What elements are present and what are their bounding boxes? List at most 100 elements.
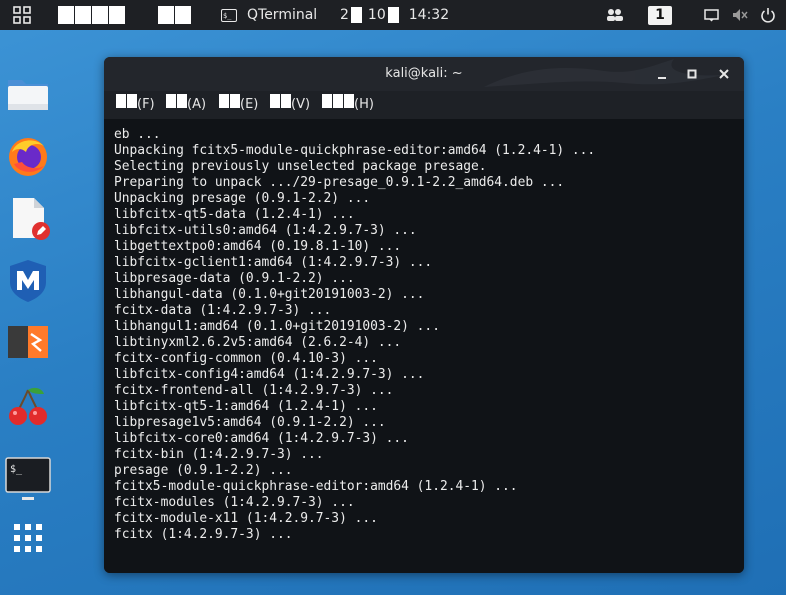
menu-glyph-box [166, 94, 176, 108]
menu-glyph-box [177, 94, 187, 108]
close-icon [719, 69, 729, 79]
workspace-box[interactable] [58, 6, 74, 24]
workspace-box[interactable] [109, 6, 125, 24]
taskbar-entry-qterminal[interactable]: $_ QTerminal [221, 0, 317, 30]
menu-view[interactable]: (V) [270, 91, 310, 119]
quick-launch-box[interactable] [158, 6, 174, 24]
terminal-line: fcitx5-module-quickphrase-editor:amd64 (… [114, 479, 518, 494]
terminal-line: libhangul1:amd64 (0.1.0+git20191003-2) .… [114, 319, 440, 334]
dock-cherrytree[interactable] [4, 382, 52, 430]
terminal-line: fcitx-bin (1:4.2.9.7-3) ... [114, 447, 324, 462]
dock-file-manager[interactable] [4, 68, 52, 116]
clock-glyph-box [387, 7, 399, 23]
clock[interactable]: 2 10 14:32 [340, 0, 449, 30]
dock-metasploit[interactable] [4, 256, 52, 304]
workspace-number: 1 [648, 5, 672, 25]
terminal-line: libgettextpo0:amd64 (0.19.8.1-10) ... [114, 239, 402, 254]
terminal-line: presage (0.9.1-2.2) ... [114, 463, 293, 478]
people-icon [607, 9, 623, 21]
menu-actions[interactable]: (A) [166, 91, 206, 119]
terminal-output: eb ... Unpacking fcitx5-module-quickphra… [114, 127, 595, 543]
quick-launch-box[interactable] [175, 6, 191, 24]
menu-glyph-box [219, 94, 229, 108]
terminal-line: libfcitx-qt5-1:amd64 (1.2.4-1) ... [114, 399, 378, 414]
menu-glyph-box [127, 94, 137, 108]
menu-edit-label: (E) [240, 97, 259, 112]
menu-edit[interactable]: (E) [219, 91, 258, 119]
terminal-area[interactable]: eb ... Unpacking fcitx5-module-quickphra… [104, 119, 744, 573]
menu-glyph-box [333, 94, 343, 108]
terminal-line: libtinyxml2.6.2v5:amd64 (2.6.2-4) ... [114, 335, 402, 350]
quick-launch[interactable] [158, 0, 192, 30]
minimize-button[interactable] [652, 64, 672, 84]
close-button[interactable] [714, 64, 734, 84]
terminal-line: libfcitx-utils0:amd64 (1:4.2.9.7-3) ... [114, 223, 417, 238]
workspace-box[interactable] [75, 6, 91, 24]
menu-glyph-box [344, 94, 354, 108]
menu-glyph-box [116, 94, 126, 108]
terminal-icon: $_ [5, 457, 51, 500]
terminal-line: libpresage-data (0.9.1-2.2) ... [114, 271, 355, 286]
burpsuite-icon [8, 326, 48, 358]
notifications-button[interactable] [704, 0, 719, 30]
terminal-line: fcitx-frontend-all (1:4.2.9.7-3) ... [114, 383, 394, 398]
dock-text-editor[interactable] [4, 194, 52, 242]
file-manager-icon [8, 80, 48, 110]
tray-people-button[interactable] [606, 0, 624, 30]
dock-show-apps[interactable] [4, 516, 52, 564]
terminal-line: fcitx-config-common (0.4.10-3) ... [114, 351, 378, 366]
menu-file-label: (F) [137, 97, 155, 112]
taskbar-app-name: QTerminal [247, 7, 318, 23]
terminal-line: fcitx-module-x11 (1:4.2.9.7-3) ... [114, 511, 378, 526]
clock-glyph-box [350, 7, 362, 23]
app-grid-icon [14, 524, 42, 552]
menu-actions-label: (A) [187, 97, 207, 112]
dock: $_ [0, 60, 56, 595]
menu-bar: (F) (A) (E) (V) (H) [104, 91, 744, 119]
terminal-line: libhangul-data (0.1.0+git20191003-2) ... [114, 287, 425, 302]
workspace-indicator[interactable]: 1 [648, 0, 672, 30]
title-bar[interactable]: kali@kali: ~ [104, 57, 744, 91]
menu-glyph-box [281, 94, 291, 108]
clock-date: 10 [367, 7, 386, 23]
workspace-switcher[interactable] [58, 0, 126, 30]
window-title: kali@kali: ~ [385, 66, 463, 81]
menu-glyph-box [270, 94, 280, 108]
maximize-icon [687, 69, 697, 79]
dock-firefox[interactable] [4, 132, 52, 180]
cherrytree-icon [9, 387, 47, 425]
maximize-button[interactable] [682, 64, 702, 84]
power-button[interactable] [760, 0, 776, 30]
menu-view-label: (V) [291, 97, 311, 112]
terminal-line: Selecting previously unselected package … [114, 159, 487, 174]
terminal-icon: $_ [221, 8, 237, 22]
minimize-icon [658, 77, 666, 79]
terminal-line: libpresage1v5:amd64 (0.9.1-2.2) ... [114, 415, 386, 430]
dock-terminal[interactable]: $_ [4, 454, 52, 502]
clock-time: 14:32 [408, 7, 450, 23]
app-grid-icon [13, 6, 31, 24]
clock-day: 2 [340, 7, 349, 23]
terminal-line: eb ... [114, 127, 161, 142]
power-icon [761, 8, 775, 23]
terminal-line: fcitx (1:4.2.9.7-3) ... [114, 527, 293, 542]
terminal-line: Preparing to unpack .../29-presage_0.9.1… [114, 175, 565, 190]
terminal-line: fcitx-modules (1:4.2.9.7-3) ... [114, 495, 355, 510]
terminal-line: libfcitx-core0:amd64 (1:4.2.9.7-3) ... [114, 431, 409, 446]
menu-file[interactable]: (F) [116, 91, 155, 119]
volume-muted-icon [733, 9, 748, 21]
dock-burpsuite[interactable] [4, 318, 52, 366]
menu-glyph-box [230, 94, 240, 108]
terminal-window: kali@kali: ~ (F) (A) (E) (V) (H) eb ... … [104, 57, 744, 573]
notification-icon [704, 8, 719, 21]
firefox-icon [9, 138, 47, 176]
app-menu-button[interactable] [13, 0, 31, 30]
volume-button[interactable] [732, 0, 748, 30]
menu-glyph-box [322, 94, 332, 108]
workspace-box[interactable] [92, 6, 108, 24]
terminal-line: Unpacking fcitx5-module-quickphrase-edit… [114, 143, 596, 158]
terminal-line: libfcitx-gclient1:amd64 (1:4.2.9.7-3) ..… [114, 255, 433, 270]
menu-help[interactable]: (H) [322, 91, 374, 119]
terminal-line: libfcitx-qt5-data (1.2.4-1) ... [114, 207, 355, 222]
svg-text:$_: $_ [10, 464, 23, 475]
